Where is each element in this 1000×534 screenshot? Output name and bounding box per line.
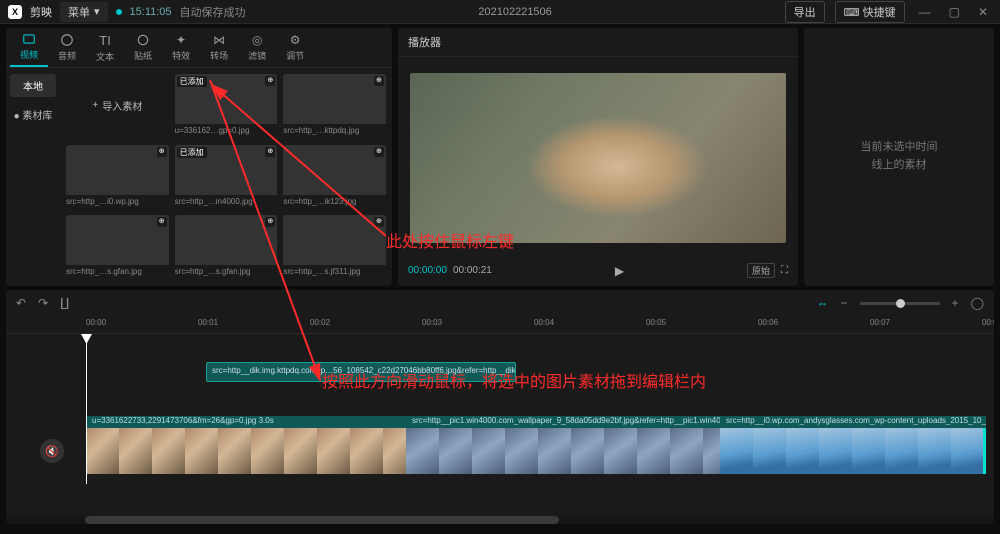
- player-panel: 播放器 00:00:00 00:00:21 ▶ 原始 ⛶: [398, 28, 798, 286]
- app-logo: X: [8, 5, 22, 19]
- tab-adjust[interactable]: ⚙调节: [276, 28, 314, 67]
- snap-button[interactable]: ⇔: [817, 296, 829, 310]
- tab-text[interactable]: TI文本: [86, 28, 124, 67]
- media-thumb[interactable]: ⊕src=http_…s.gfan.jpg: [66, 215, 169, 280]
- media-thumb[interactable]: ⊕src=http_…s.gfan.jpg: [175, 215, 278, 280]
- zoom-out-button[interactable]: −: [841, 296, 848, 310]
- tab-effect[interactable]: ✦特效: [162, 28, 200, 67]
- titlebar: X 剪映 菜单 ▾ 15:11:05 自动保存成功 202102221506 导…: [0, 0, 1000, 24]
- menu-dropdown[interactable]: 菜单 ▾: [60, 2, 108, 22]
- keyboard-icon: ⌨: [844, 7, 860, 19]
- play-button[interactable]: ▶: [498, 264, 741, 278]
- tab-transition[interactable]: ⋈转场: [200, 28, 238, 67]
- ratio-button[interactable]: 原始: [747, 263, 775, 278]
- chevron-down-icon: ▾: [94, 5, 100, 18]
- fullscreen-icon[interactable]: ⛶: [781, 265, 788, 276]
- video-track[interactable]: [86, 428, 986, 474]
- autosave-dot-icon: [116, 9, 122, 15]
- timeline-clip[interactable]: [720, 428, 986, 474]
- tab-audio[interactable]: 音频: [48, 28, 86, 67]
- minimize-button[interactable]: ―: [915, 5, 935, 19]
- redo-button[interactable]: ↷: [38, 296, 48, 310]
- media-panel: 视频 音频 TI文本 贴纸 ✦特效 ⋈转场 ◎滤镜 ⚙调节 本地 ● 素材库 +…: [6, 28, 392, 286]
- shortcut-button[interactable]: ⌨ 快捷键: [835, 1, 905, 23]
- properties-panel: 当前未选中时间 线上的素材: [804, 28, 994, 286]
- media-thumb[interactable]: 已添加⊕src=http_…in4000.jpg: [175, 145, 278, 210]
- total-time: 00:00:21: [453, 265, 492, 276]
- timeline-scrollbar[interactable]: [6, 516, 994, 524]
- media-thumb[interactable]: ⊕src=http_…i0.wp.jpg: [66, 145, 169, 210]
- pill-library[interactable]: ● 素材库: [10, 103, 56, 126]
- video-preview[interactable]: [410, 73, 786, 243]
- undo-button[interactable]: ↶: [16, 296, 26, 310]
- maximize-button[interactable]: ▢: [945, 5, 964, 19]
- tab-filter[interactable]: ◎滤镜: [238, 28, 276, 67]
- player-title: 播放器: [398, 28, 798, 57]
- project-title: 202102221506: [246, 6, 785, 18]
- timeline-clip[interactable]: [86, 428, 406, 474]
- props-placeholder: 当前未选中时间: [861, 139, 938, 157]
- timeline: 00:00 00:01 00:02 00:03 00:04 00:05 00:0…: [6, 316, 994, 524]
- close-button[interactable]: ✕: [974, 5, 992, 19]
- media-thumb[interactable]: ⊕src=http_…kttpdq.jpg: [283, 74, 386, 139]
- plus-icon: +: [92, 100, 98, 111]
- zoom-in-button[interactable]: +: [952, 296, 959, 310]
- app-name: 剪映: [30, 4, 52, 20]
- timeline-clip[interactable]: [406, 428, 720, 474]
- media-tabs: 视频 音频 TI文本 贴纸 ✦特效 ⋈转场 ◎滤镜 ⚙调节: [6, 28, 392, 68]
- tab-sticker[interactable]: 贴纸: [124, 28, 162, 67]
- split-button[interactable]: ∐: [60, 296, 69, 310]
- current-time: 00:00:00: [408, 265, 447, 276]
- media-thumb[interactable]: ⊕src=http_…ik123.jpg: [283, 145, 386, 210]
- zoom-slider[interactable]: [860, 302, 940, 305]
- clip-label: src=http__i0.wp.com_andysglasses.com_wp-…: [720, 416, 986, 428]
- dragging-clip[interactable]: src=http__dik.img.kttpdq.com_p…56_108542…: [206, 362, 516, 382]
- import-media-button[interactable]: + 导入素材: [66, 74, 169, 136]
- autosave-text: 自动保存成功: [180, 4, 246, 20]
- track-header: 🔇: [32, 428, 72, 474]
- media-thumb[interactable]: 已添加⊕u=336162…gp=0.jpg: [175, 74, 278, 139]
- clip-label: src=http__pic1.win4000.com_wallpaper_9_5…: [406, 416, 720, 428]
- timeline-toolbar: ↶ ↷ ∐ ⇔ − + ◯: [6, 290, 994, 316]
- props-placeholder: 线上的素材: [861, 157, 938, 175]
- tab-video[interactable]: 视频: [10, 28, 48, 67]
- pill-local[interactable]: 本地: [10, 74, 56, 97]
- zoom-fit-button[interactable]: ◯: [971, 296, 984, 310]
- playhead[interactable]: [86, 334, 87, 484]
- autosave-time: 15:11:05: [130, 6, 172, 18]
- export-button[interactable]: 导出: [785, 1, 825, 23]
- media-thumb[interactable]: ⊕src=http_…s.jf311.jpg: [283, 215, 386, 280]
- media-grid: + 导入素材 已添加⊕u=336162…gp=0.jpg ⊕src=http_……: [60, 68, 392, 286]
- clip-label: u=3361622733,2291473706&fm=26&gp=0.jpg 3…: [86, 416, 406, 428]
- mute-track-button[interactable]: 🔇: [40, 439, 64, 463]
- time-ruler[interactable]: 00:00 00:01 00:02 00:03 00:04 00:05 00:0…: [6, 316, 994, 334]
